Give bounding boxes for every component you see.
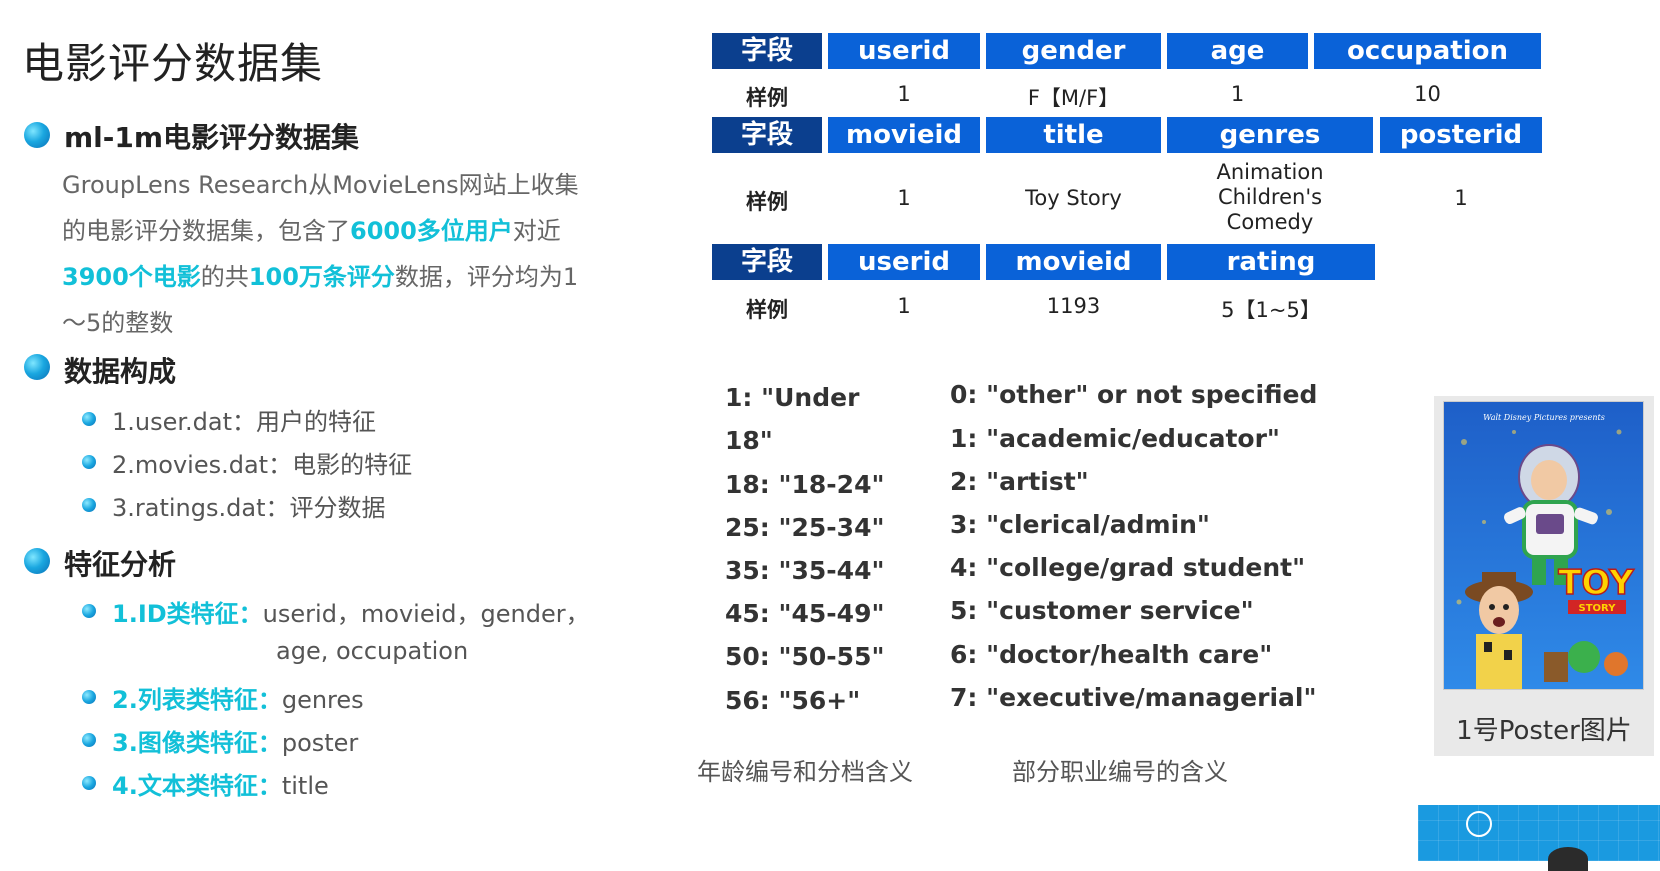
sample-label: 样例 [746,298,788,322]
bullet-icon [82,498,96,512]
list-item: 3.图像类特征：poster [112,729,359,757]
corner-video-frame [1418,805,1660,871]
field-header: 字段 [712,244,822,280]
occupation-code: 7: "executive/managerial" [950,683,1317,712]
highlight-movies: 3900个电影 [62,263,201,291]
list-item: 3.ratings.dat：评分数据 [112,494,386,522]
occupation-code: 4: "college/grad student" [950,553,1306,582]
age-code: 50: "50-55" [725,642,885,671]
bullet-icon [24,122,50,148]
column-header: movieid [828,117,980,153]
bullet-icon [82,412,96,426]
bullet-icon [82,733,96,747]
table-cell-genres: Animation Children's Comedy [1216,160,1324,234]
age-code: 56: "56+" [725,686,861,715]
occupation-code: 5: "customer service" [950,596,1254,625]
poster-image: Walt Disney Pictures presents TOY STORY [1443,401,1644,690]
poster-subtitle: STORY [1579,603,1617,614]
column-header: title [986,117,1161,153]
list-item-continuation: age, occupation [276,637,469,665]
table-cell: 10 [1414,82,1441,106]
page-title: 电影评分数据集 [22,39,324,88]
table-cell: 1 [1454,186,1468,210]
table-cell: 1 [897,82,911,106]
list-item: 1.ID类特征：userid，movieid，gender， [112,600,590,628]
highlight-ratings: 100万条评分 [248,263,395,291]
table-cell: F【M/F】 [1027,86,1120,110]
occupation-code: 1: "academic/educator" [950,424,1280,453]
list-item: 2.列表类特征：genres [112,686,364,714]
occupation-code: 2: "artist" [950,467,1089,496]
table-cell: 1 [897,294,911,318]
section-heading-dataset: ml-1m电影评分数据集 [64,121,360,154]
column-header: movieid [986,244,1161,280]
table-cell: 1 [897,186,911,210]
bullet-icon [82,776,96,790]
presenter-avatar [1548,847,1588,871]
section-heading-composition: 数据构成 [64,355,177,388]
sample-label: 样例 [746,190,788,214]
section-heading-features: 特征分析 [64,548,177,581]
column-header: age [1167,33,1308,69]
column-header: userid [828,244,980,280]
poster-title: TOY [1558,563,1634,603]
bullet-icon [24,354,50,380]
list-item: 1.user.dat：用户的特征 [112,408,377,436]
poster-logo: Walt Disney Pictures presents [1483,413,1605,422]
occupation-code: 0: "other" or not specified [950,380,1318,409]
age-code: 25: "25-34" [725,513,885,542]
age-code: 18: "18-24" [725,470,885,499]
column-header: userid [828,33,980,69]
age-code: 45: "45-49" [725,599,885,628]
column-header: posterid [1380,117,1542,153]
occupation-code: 3: "clerical/admin" [950,510,1210,539]
age-code: 35: "35-44" [725,556,885,585]
table-cell: Toy Story [1025,186,1122,210]
dataset-description: GroupLens Research从MovieLens网站上收集的电影评分数据… [62,171,579,337]
age-code: 1: "Under [725,383,860,412]
record-circle-icon [1466,811,1492,837]
bullet-icon [82,455,96,469]
table-cell: 1 [1230,82,1245,106]
bullet-icon [82,604,96,618]
column-header: occupation [1314,33,1541,69]
list-item: 2.movies.dat：电影的特征 [112,451,413,479]
occupation-caption: 部分职业编号的含义 [1012,758,1228,786]
table-cell: 1193 [1046,294,1101,318]
bullet-icon [82,690,96,704]
column-header: rating [1167,244,1375,280]
age-code: 18" [725,426,773,455]
age-caption: 年龄编号和分档含义 [697,758,913,786]
table-cell: 5【1~5】 [1221,298,1321,322]
field-header: 字段 [712,33,822,69]
poster-caption: 1号Poster图片 [1456,716,1632,746]
sample-label: 样例 [746,86,788,110]
field-header: 字段 [712,117,822,153]
highlight-users: 6000多位用户 [350,217,513,245]
list-item: 4.文本类特征：title [112,772,329,800]
grid-overlay [1418,805,1660,861]
occupation-code: 6: "doctor/health care" [950,640,1273,669]
column-header: genres [1167,117,1373,153]
bullet-icon [24,548,50,574]
column-header: gender [986,33,1161,69]
